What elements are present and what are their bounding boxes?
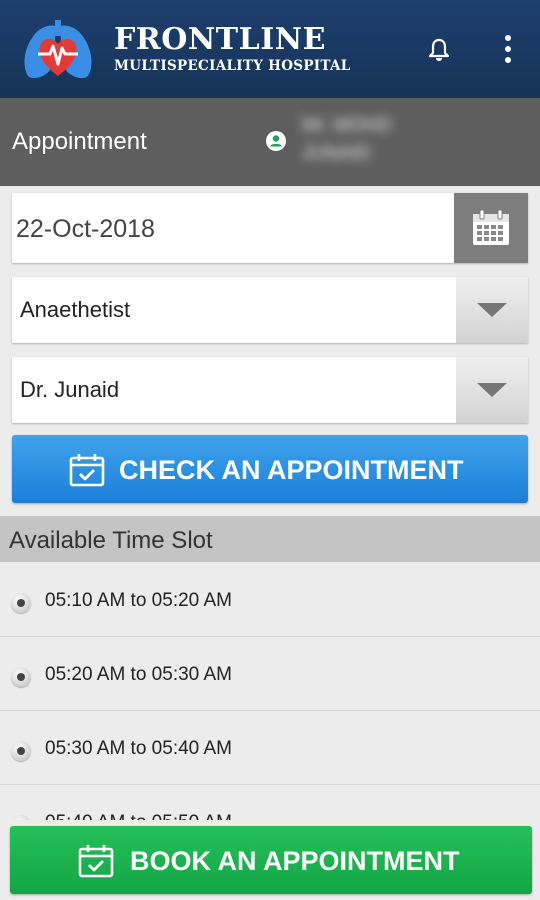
time-slot-list: 05:10 AM to 05:20 AM 05:20 AM to 05:30 A… xyxy=(0,563,540,820)
time-slot-label: 05:20 AM to 05:30 AM xyxy=(45,664,232,685)
department-value: Anaethetist xyxy=(20,297,131,322)
book-appointment-label: BOOK AN APPOINTMENT xyxy=(130,846,460,876)
time-slot-item[interactable]: 05:30 AM to 05:40 AM xyxy=(0,711,540,785)
hospital-logo-icon xyxy=(24,20,92,79)
time-slot-header: Available Time Slot xyxy=(0,516,540,562)
bell-icon[interactable] xyxy=(428,38,450,62)
time-slot-radio[interactable] xyxy=(11,667,31,687)
department-select[interactable]: Anaethetist xyxy=(12,277,528,343)
time-slot-item[interactable]: 05:20 AM to 05:30 AM xyxy=(0,637,540,711)
time-slot-item[interactable]: 05:40 AM to 05:50 AM xyxy=(0,785,540,820)
user-icon xyxy=(266,131,286,151)
time-slot-radio[interactable] xyxy=(11,593,31,613)
doctor-value: Dr. Junaid xyxy=(20,377,120,402)
book-appointment-button[interactable]: BOOK AN APPOINTMENT xyxy=(10,826,532,894)
more-vertical-icon[interactable] xyxy=(497,34,519,64)
app-title: FRONTLINE xyxy=(114,22,327,57)
calendar-check-icon xyxy=(78,845,114,878)
chevron-down-icon xyxy=(477,383,507,397)
date-value: 22-Oct-2018 xyxy=(16,215,155,243)
chevron-down-icon xyxy=(477,303,507,317)
time-slot-label: 05:10 AM to 05:20 AM xyxy=(45,590,232,611)
page-title: Appointment xyxy=(12,128,147,155)
date-field[interactable]: 22-Oct-2018 xyxy=(12,193,528,263)
time-slot-label: 05:30 AM to 05:40 AM xyxy=(45,738,232,759)
calendar-icon xyxy=(473,209,509,245)
app-header: FRONTLINE MULTISPECIALITY HOSPITAL xyxy=(0,0,540,98)
time-slot-item[interactable]: 05:10 AM to 05:20 AM xyxy=(0,563,540,637)
time-slot-radio[interactable] xyxy=(11,741,31,761)
department-dropdown-button[interactable] xyxy=(456,277,528,343)
check-appointment-label: CHECK AN APPOINTMENT xyxy=(119,455,464,485)
time-slot-label: 05:40 AM to 05:50 AM xyxy=(45,812,232,820)
check-appointment-button[interactable]: CHECK AN APPOINTMENT xyxy=(12,435,528,503)
calendar-button[interactable] xyxy=(454,193,528,263)
time-slot-title: Available Time Slot xyxy=(9,527,213,554)
doctor-select[interactable]: Dr. Junaid xyxy=(12,357,528,423)
time-slot-radio[interactable] xyxy=(11,815,31,820)
calendar-check-icon xyxy=(69,454,105,487)
doctor-dropdown-button[interactable] xyxy=(456,357,528,423)
user-name: Mr. MOHD JUNAID xyxy=(302,115,392,164)
app-subtitle: MULTISPECIALITY HOSPITAL xyxy=(114,58,351,74)
